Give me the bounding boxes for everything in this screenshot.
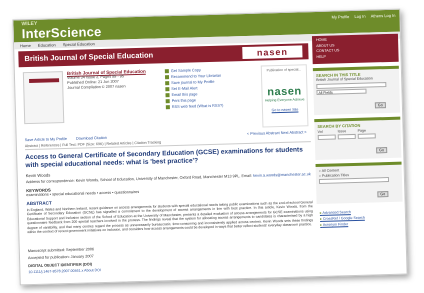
recommend-icon	[164, 75, 170, 80]
rss-icon	[165, 105, 170, 110]
article-author[interactable]: Kevin Woods	[26, 172, 51, 178]
doi-link[interactable]: 10.1111/j.1467-8578.2007.00461.x About D…	[28, 268, 101, 274]
web-page: WILEY InterScience My Profile Log In Ath…	[12, 8, 408, 286]
tool-label: RSS web feed (What is RSS?)	[171, 103, 224, 110]
issue-input[interactable]	[337, 134, 356, 140]
issue-info: British Journal of Special Education Vol…	[67, 69, 156, 91]
account-links: My Profile Log In Athens Log In	[328, 13, 396, 20]
nav-education[interactable]: Education	[38, 42, 56, 47]
search-links: Advanced Search CrossRef / Google Search…	[317, 206, 404, 230]
print-icon	[165, 99, 170, 104]
correspondence-address: Address for correspondence: Kevin Woods,…	[26, 172, 312, 184]
vol-input[interactable]	[317, 134, 336, 141]
issue-label: Issue	[337, 128, 347, 134]
article-title: Access to General Certificate of Seconda…	[25, 146, 303, 170]
previous-abstract-link[interactable]: < Previous Abstract	[247, 131, 280, 136]
accepted-date: Accepted for publication: January 2007	[27, 254, 94, 261]
nav-home[interactable]: Home	[20, 43, 31, 48]
tool-label: Set E-Mail Alert	[171, 86, 198, 92]
manuscript-submitted: Manuscript submitted: September 2006	[27, 247, 95, 254]
advert-caption: Publication of special...	[266, 67, 302, 73]
athens-login-link[interactable]: Athens Log In	[371, 13, 396, 19]
publication-titles-label: Publication Titles	[321, 172, 350, 178]
address-text: Address for correspondence: Kevin Woods,…	[25, 173, 253, 185]
search-go-button[interactable]: Go	[374, 101, 386, 108]
tool-label: Save journal to My Profile	[171, 79, 215, 86]
alert-icon	[165, 87, 170, 92]
login-link[interactable]: Log In	[354, 14, 365, 19]
page-label: Page	[357, 128, 367, 133]
save-icon	[165, 81, 170, 86]
nasen-advert[interactable]: Publication of special... nasen Helping …	[260, 64, 309, 128]
advert-link[interactable]: Go to nasen Site	[263, 107, 307, 113]
interscience-logo[interactable]: InterScience	[22, 24, 102, 41]
nasen-logo: nasen	[242, 45, 303, 60]
search-field-select[interactable]: All Fields	[316, 88, 367, 95]
download-citation-link[interactable]: Download Citation	[76, 136, 107, 141]
tool-label: Email this page	[171, 92, 198, 98]
journal-tools: Get Sample Copy Recommend to Your Librar…	[164, 66, 256, 111]
prev-next-nav: < Previous Abstract Next Abstract >	[247, 130, 307, 136]
abstract-text: In England, Wales and Northern Ireland, …	[26, 200, 314, 235]
doi-heading: DIGITAL OBJECT IDENTIFIER (DOI)	[28, 262, 93, 269]
page-input[interactable]	[357, 133, 376, 140]
vol-label: Vol	[317, 129, 323, 134]
search-input[interactable]	[316, 81, 387, 89]
citation-search-box: SEARCH BY CITATION Vol Issue Page Go	[314, 116, 402, 161]
abstract-heading: ABSTRACT	[26, 200, 52, 207]
next-abstract-link[interactable]: Next Abstract >	[281, 130, 307, 135]
tool-rss-feed[interactable]: RSS web feed (What is RSS?)	[165, 102, 256, 111]
sidebar-menu: HOME ABOUT US CONTACT US HELP	[311, 33, 399, 65]
sample-copy-icon	[164, 69, 169, 74]
journal-title[interactable]: British Journal of Special Education	[24, 51, 153, 64]
search-in-title-box: SEARCH IN THIS TITLE British Journal of …	[312, 65, 401, 115]
author-email-link[interactable]: kevin.a.woods@manchester.ac.uk	[253, 172, 311, 178]
save-article-link[interactable]: Save Article to My Profile	[25, 137, 67, 142]
citation-go-button[interactable]: Go	[376, 147, 388, 154]
search-scope-box: ○ All Content ○ Publication Titles Go	[315, 161, 403, 205]
content-search-input[interactable]	[318, 177, 390, 185]
tool-label: Print this page	[171, 98, 197, 104]
acronym-finder-link[interactable]: Acronym Finder	[320, 220, 400, 228]
my-profile-link[interactable]: My Profile	[332, 14, 350, 19]
issue-copyright: Journal Compilation © 2007 nasen	[67, 84, 126, 90]
nav-special-education[interactable]: Special Education	[63, 41, 95, 47]
citation-inputs	[317, 133, 398, 141]
content-go-button[interactable]: Go	[377, 191, 389, 198]
right-sidebar: HOME ABOUT US CONTACT US HELP SEARCH IN …	[311, 33, 405, 274]
journal-cover-thumbnail[interactable]	[22, 71, 65, 125]
advert-tagline: Helping Everyone Achieve	[264, 97, 305, 103]
email-icon	[165, 93, 170, 98]
